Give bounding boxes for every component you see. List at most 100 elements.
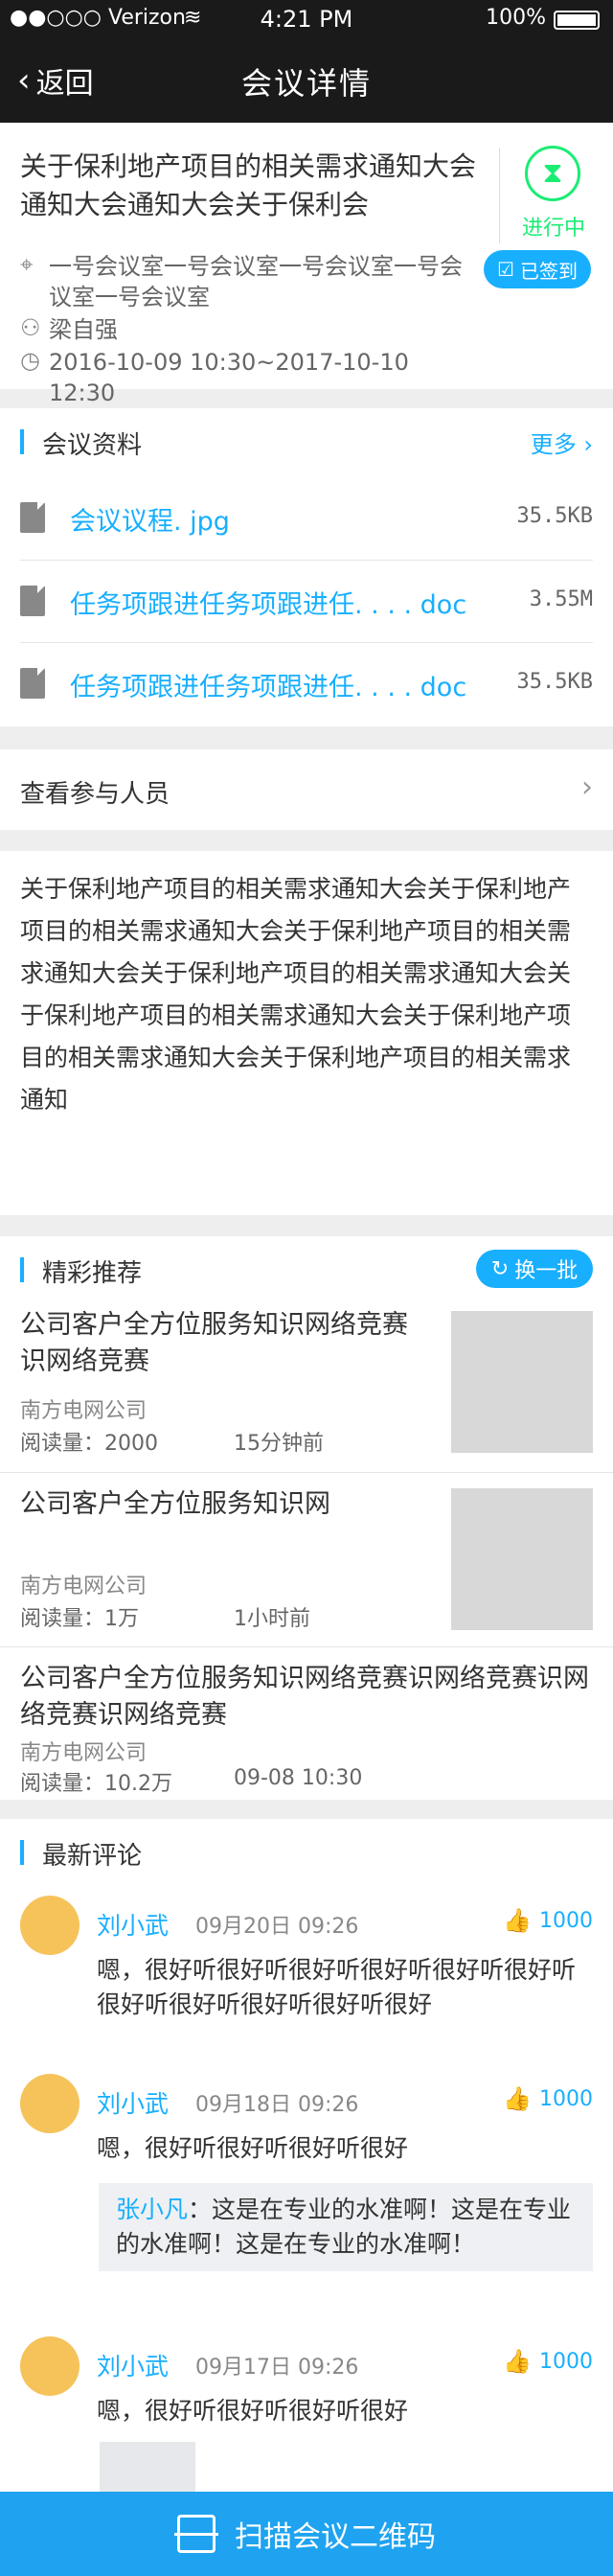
like-button[interactable]: 👍 1000 bbox=[503, 2348, 593, 2375]
comment-date: 09月18日 09:26 bbox=[195, 2093, 359, 2117]
article-title: 公司客户全方位服务知识网 bbox=[20, 1489, 330, 1519]
clock-icon: ◷ bbox=[20, 347, 40, 374]
avatar[interactable] bbox=[20, 2336, 79, 2396]
attendees-label: 查看参与人员 bbox=[20, 780, 170, 809]
article-item[interactable]: 公司客户全方位服务知识网 南方电网公司 阅读量：1万 1小时前 bbox=[0, 1472, 613, 1646]
file-item[interactable]: 任务项跟进任务项跟进任. . . . doc 3.55M bbox=[20, 560, 593, 640]
thumbs-up-icon: 👍 bbox=[503, 2085, 532, 2112]
comment-reply: 张小凡：这是在专业的水准啊！这是在专业的水准啊！这是在专业的水准啊！ bbox=[99, 2183, 593, 2271]
article-item[interactable]: 公司客户全方位服务知识网络竞赛识网络竞赛识网络竞赛识网络竞赛 南方电网公司 阅读… bbox=[0, 1646, 613, 1800]
meeting-description: 关于保利地产项目的相关需求通知大会关于保利地产项目的相关需求通知大会关于保利地产… bbox=[0, 851, 613, 1215]
qr-scan-icon bbox=[174, 2515, 218, 2553]
file-size: 3.55M bbox=[529, 587, 593, 611]
recommendations: 精彩推荐 ↻ 换一批 公司客户全方位服务知识网络竞赛识网络竞赛 南方电网公司 阅… bbox=[0, 1236, 613, 1800]
comment-item: 刘小武 09月17日 09:26 👍 1000 嗯，很好听很好听很好听很好 bbox=[0, 2336, 613, 2499]
comment-date: 09月17日 09:26 bbox=[195, 2356, 359, 2380]
article-reads: 阅读量：10.2万 bbox=[20, 1772, 172, 1796]
like-button[interactable]: 👍 1000 bbox=[503, 1907, 593, 1934]
meeting-status: 进行中 bbox=[521, 217, 585, 241]
file-name: 任务项跟进任务项跟进任. . . . doc bbox=[70, 673, 467, 702]
refresh-button[interactable]: ↻ 换一批 bbox=[476, 1250, 593, 1288]
article-title: 公司客户全方位服务知识网络竞赛识网络竞赛识网络竞赛识网络竞赛 bbox=[20, 1664, 589, 1730]
section-accent-bar bbox=[20, 429, 24, 454]
comment-user[interactable]: 刘小武 bbox=[97, 2085, 169, 2120]
file-icon bbox=[20, 586, 45, 616]
battery-icon bbox=[554, 11, 600, 30]
comment-image[interactable] bbox=[100, 2442, 195, 2499]
meeting-organizer: ⚇ 梁自强 bbox=[20, 314, 480, 345]
comment-body: 嗯，很好听很好听很好听很好 bbox=[97, 2134, 409, 2162]
article-source: 南方电网公司 bbox=[20, 1575, 148, 1598]
refresh-label: 换一批 bbox=[514, 1259, 579, 1283]
like-count: 1000 bbox=[539, 2349, 593, 2374]
divider bbox=[499, 148, 500, 243]
status-bar: ●●○○○ Verizon ≋ 4:21 PM 100% bbox=[0, 0, 613, 38]
section-accent-bar bbox=[20, 1840, 24, 1865]
avatar[interactable] bbox=[20, 2074, 79, 2133]
article-source: 南方电网公司 bbox=[20, 1741, 148, 1765]
description-text: 关于保利地产项目的相关需求通知大会关于保利地产项目的相关需求通知大会关于保利地产… bbox=[20, 875, 572, 1114]
organizer-name: 梁自强 bbox=[49, 316, 118, 343]
article-thumbnail bbox=[451, 1488, 593, 1630]
signed-in-label: 已签到 bbox=[519, 259, 578, 283]
like-count: 1000 bbox=[539, 1908, 593, 1933]
like-button[interactable]: 👍 1000 bbox=[503, 2085, 593, 2112]
file-item[interactable]: 会议议程. jpg 35.5KB bbox=[20, 477, 593, 558]
section-header: 会议资料 更多 › bbox=[0, 408, 613, 470]
comment-item: 刘小武 09月20日 09:26 👍 1000 嗯，很好听很好听很好听很好听很好… bbox=[0, 1896, 613, 2039]
hourglass-icon: ⧗ bbox=[525, 146, 580, 201]
article-title: 公司客户全方位服务知识网络竞赛识网络竞赛 bbox=[20, 1310, 408, 1376]
battery-percent: 100% bbox=[486, 6, 546, 30]
file-icon bbox=[20, 668, 45, 699]
thumbs-up-icon: 👍 bbox=[503, 2348, 532, 2375]
check-icon: ☑ bbox=[497, 258, 514, 281]
meeting-time: ◷ 2016-10-09 10:30~2017-10-10 12:30 bbox=[20, 347, 480, 408]
time-range: 2016-10-09 10:30~2017-10-10 12:30 bbox=[49, 349, 409, 406]
meeting-location: ⌖ 一号会议室一号会议室一号会议室一号会议室一号会议室 bbox=[20, 251, 480, 312]
scan-qr-button[interactable]: 扫描会议二维码 bbox=[0, 2492, 613, 2576]
refresh-icon: ↻ bbox=[490, 1256, 510, 1281]
article-time: 1小时前 bbox=[234, 1607, 310, 1631]
scan-label: 扫描会议二维码 bbox=[235, 2520, 436, 2554]
comment-body: 嗯，很好听很好听很好听很好 bbox=[97, 2397, 409, 2425]
location-pin-icon: ⌖ bbox=[20, 251, 34, 278]
article-reads: 阅读量：1万 bbox=[20, 1607, 139, 1631]
file-size: 35.5KB bbox=[516, 504, 593, 528]
avatar[interactable] bbox=[20, 1896, 79, 1955]
comment-user[interactable]: 刘小武 bbox=[97, 2348, 169, 2382]
comment-body: 嗯，很好听很好听很好听很好听很好听很好听很好听很好听很好听很好听很好 bbox=[97, 1956, 577, 2018]
article-reads: 阅读量：2000 bbox=[20, 1432, 158, 1456]
location-text: 一号会议室一号会议室一号会议室一号会议室一号会议室 bbox=[49, 253, 463, 310]
section-header: 最新评论 bbox=[0, 1819, 613, 1880]
comment-item: 刘小武 09月18日 09:26 👍 1000 嗯，很好听很好听很好听很好 张小… bbox=[0, 2074, 613, 2333]
article-item[interactable]: 公司客户全方位服务知识网络竞赛识网络竞赛 南方电网公司 阅读量：2000 15分… bbox=[0, 1298, 613, 1472]
reply-user[interactable]: 张小凡 bbox=[116, 2196, 188, 2223]
page-title: 会议详情 bbox=[240, 65, 372, 102]
section-title: 会议资料 bbox=[42, 431, 143, 460]
section-title: 最新评论 bbox=[42, 1842, 143, 1871]
file-item[interactable]: 任务项跟进任务项跟进任. . . . doc 35.5KB bbox=[20, 642, 593, 723]
comment-user[interactable]: 刘小武 bbox=[97, 1907, 169, 1942]
latest-comments: 最新评论 刘小武 09月20日 09:26 👍 1000 嗯，很好听很好听很好听… bbox=[0, 1819, 613, 2499]
more-link[interactable]: 更多 › bbox=[531, 426, 593, 459]
like-count: 1000 bbox=[539, 2086, 593, 2111]
file-size: 35.5KB bbox=[516, 670, 593, 694]
thumbs-up-icon: 👍 bbox=[503, 1907, 532, 1934]
signed-in-button[interactable]: ☑ 已签到 bbox=[484, 250, 591, 288]
view-attendees-row[interactable]: 查看参与人员 › bbox=[0, 749, 613, 830]
file-name: 会议议程. jpg bbox=[70, 507, 230, 537]
navigation-bar: ‹ 返回 会议详情 bbox=[0, 38, 613, 123]
comment-date: 09月20日 09:26 bbox=[195, 1915, 359, 1939]
top-bar: ●●○○○ Verizon ≋ 4:21 PM 100% ‹ 返回 会议详情 bbox=[0, 0, 613, 123]
section-title: 精彩推荐 bbox=[42, 1259, 143, 1288]
file-name: 任务项跟进任务项跟进任. . . . doc bbox=[70, 590, 467, 620]
article-time: 09-08 10:30 bbox=[234, 1766, 363, 1790]
article-time: 15分钟前 bbox=[234, 1432, 324, 1456]
meeting-title: 关于保利地产项目的相关需求通知大会通知大会通知大会关于保利会 bbox=[20, 150, 477, 220]
person-icon: ⚇ bbox=[20, 314, 41, 341]
file-icon bbox=[20, 502, 45, 533]
chevron-right-icon: › bbox=[581, 770, 593, 804]
meeting-materials: 会议资料 更多 › 会议议程. jpg 35.5KB 任务项跟进任务项跟进任. … bbox=[0, 408, 613, 726]
article-thumbnail bbox=[451, 1311, 593, 1453]
section-accent-bar bbox=[20, 1257, 24, 1282]
